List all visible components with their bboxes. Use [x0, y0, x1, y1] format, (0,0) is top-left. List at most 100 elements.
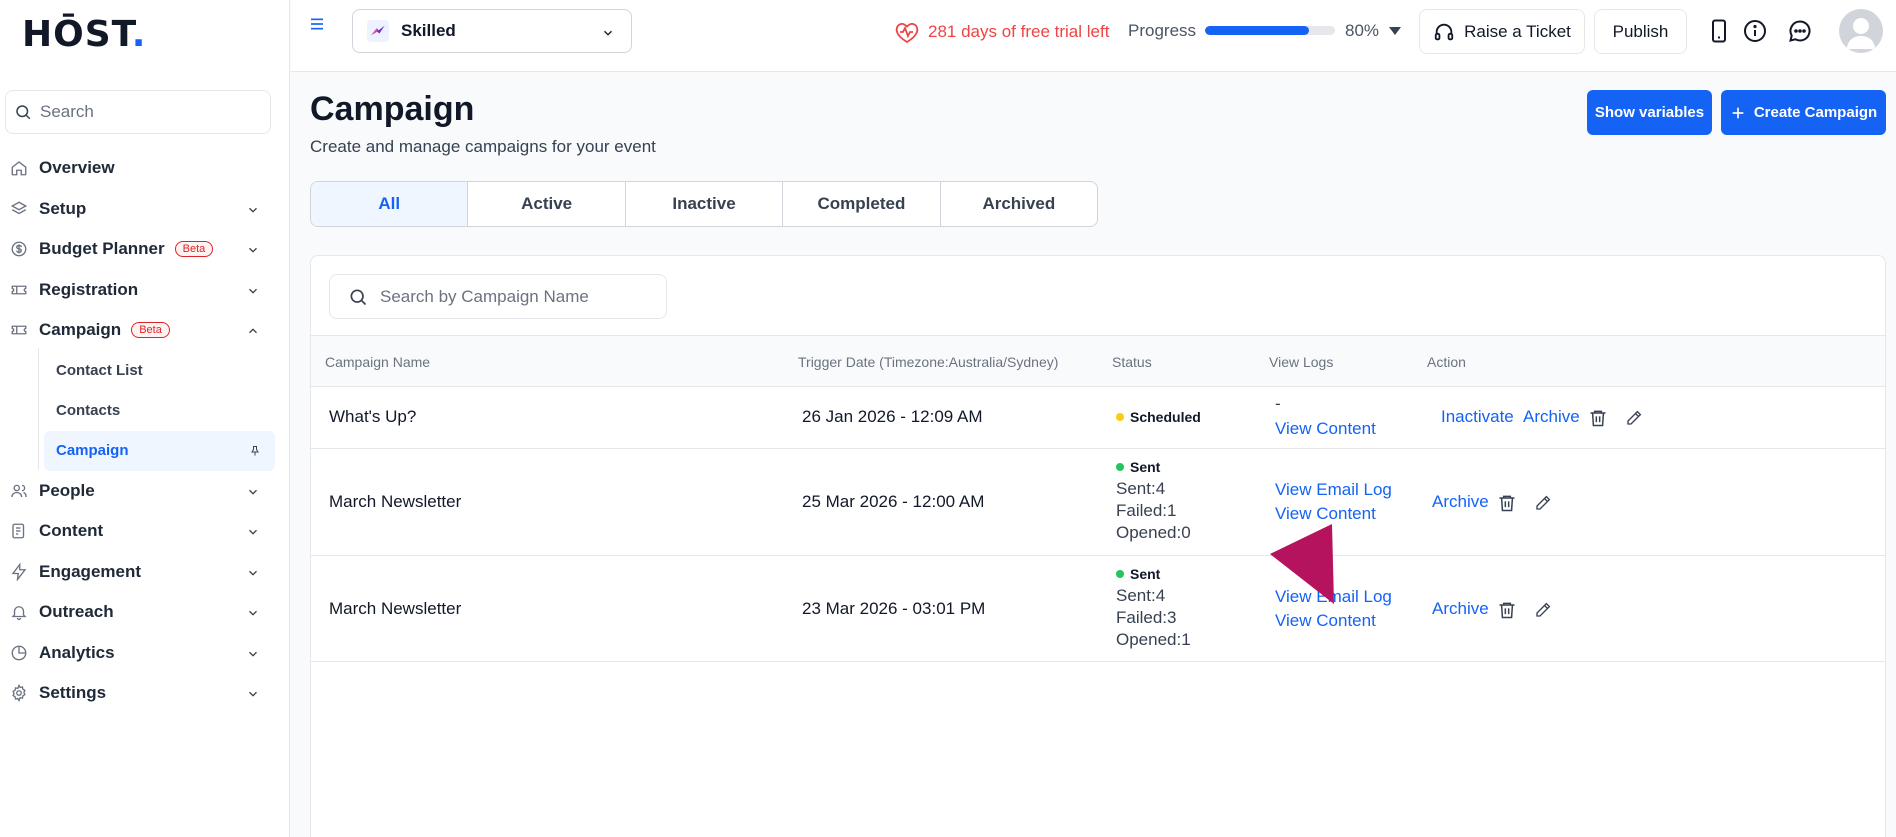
sidebar-item-setup[interactable]: Setup	[0, 189, 290, 230]
view-content-link[interactable]: View Content	[1275, 504, 1376, 524]
hamburger-menu-icon[interactable]	[309, 16, 325, 32]
publish-button[interactable]: Publish	[1594, 9, 1687, 54]
trigger-date: 26 Jan 2026 - 12:09 AM	[802, 407, 983, 426]
sidebar-item-budget-planner[interactable]: Budget Planner Beta	[0, 229, 290, 270]
sidebar-item-content[interactable]: Content	[0, 511, 290, 552]
edit-pencil-icon[interactable]	[1625, 409, 1643, 427]
tab-active[interactable]: Active	[468, 182, 626, 226]
trash-icon[interactable]	[1588, 407, 1608, 429]
sidebar-subitem-label: Contact List	[56, 362, 143, 379]
table-header: Campaign Name Trigger Date (Timezone:Aus…	[311, 335, 1885, 387]
cursor-pointer-icon	[1270, 522, 1340, 604]
sent-count: Sent:4	[1116, 586, 1166, 605]
info-icon[interactable]	[1743, 19, 1767, 43]
progress-bar	[1205, 26, 1335, 35]
progress-fill	[1205, 26, 1309, 35]
email-log-empty: -	[1275, 394, 1281, 413]
bell-icon	[10, 603, 28, 621]
sidebar-item-label: Campaign	[39, 320, 122, 340]
page-subtitle: Create and manage campaigns for your eve…	[310, 137, 656, 156]
sidebar-subitem-contacts[interactable]: Contacts	[0, 391, 290, 431]
sent-count: Sent:4	[1116, 479, 1166, 498]
document-icon	[10, 522, 28, 540]
event-selector[interactable]: Skilled	[352, 9, 632, 53]
sidebar-item-label: Settings	[39, 683, 107, 703]
sidebar-item-analytics[interactable]: Analytics	[0, 633, 290, 674]
table-row: March Newsletter 23 Mar 2026 - 03:01 PM …	[311, 556, 1885, 662]
chevron-down-icon	[601, 26, 615, 40]
sidebar-item-settings[interactable]: Settings	[0, 673, 290, 714]
show-variables-button[interactable]: Show variables	[1587, 90, 1712, 135]
chevron-down-icon	[246, 485, 260, 499]
status-text: Sent	[1130, 459, 1161, 475]
trigger-date: 25 Mar 2026 - 12:00 AM	[802, 492, 985, 511]
progress-value: 80%	[1345, 21, 1380, 40]
home-icon	[10, 159, 28, 177]
headset-icon	[1433, 21, 1464, 43]
beta-badge: Beta	[131, 322, 170, 339]
view-content-link[interactable]: View Content	[1275, 611, 1376, 631]
create-campaign-label: Create Campaign	[1753, 104, 1878, 121]
opened-count: Opened:0	[1116, 523, 1191, 542]
view-email-log-link[interactable]: View Email Log	[1275, 480, 1392, 500]
sidebar-subitem-campaign[interactable]: Campaign	[44, 430, 275, 471]
chevron-down-icon	[246, 606, 260, 620]
sidebar-item-label: Analytics	[39, 642, 115, 662]
raise-ticket-button[interactable]: Raise a Ticket	[1419, 9, 1585, 54]
sidebar-item-label: Content	[39, 521, 104, 541]
plus-icon	[1730, 105, 1754, 121]
mobile-preview-icon[interactable]	[1710, 19, 1728, 43]
failed-count: Failed:1	[1116, 501, 1177, 520]
sidebar-subitem-label: Contacts	[56, 402, 121, 419]
sidebar-item-label: Overview	[39, 158, 115, 178]
trial-indicator[interactable]: 281 days of free trial left	[894, 20, 1109, 44]
archive-link[interactable]: Archive	[1432, 492, 1489, 512]
tab-inactive[interactable]: Inactive	[626, 182, 784, 226]
sidebar: HŌST. Overview Setup Budget Planner Beta…	[0, 0, 290, 837]
chevron-down-icon	[246, 647, 260, 661]
tab-all[interactable]: All	[311, 182, 469, 226]
tab-completed[interactable]: Completed	[783, 182, 941, 226]
trial-text: 281 days of free trial left	[928, 22, 1110, 41]
campaign-search-input[interactable]	[380, 286, 660, 307]
beta-badge: Beta	[174, 241, 214, 258]
status-text: Scheduled	[1130, 409, 1201, 425]
trash-icon[interactable]	[1497, 492, 1517, 514]
sidebar-subitem-label: Campaign	[56, 442, 129, 459]
column-header-view-logs: View Logs	[1269, 354, 1334, 370]
campaign-search	[329, 274, 667, 319]
host-logo[interactable]: HŌST.	[22, 14, 146, 55]
user-avatar[interactable]	[1839, 9, 1883, 53]
column-header-status: Status	[1112, 354, 1152, 370]
sidebar-item-overview[interactable]: Overview	[0, 148, 290, 189]
status-text: Sent	[1130, 566, 1161, 582]
ticket-icon	[10, 281, 28, 299]
trash-icon[interactable]	[1497, 599, 1517, 621]
inactivate-link[interactable]: Inactivate	[1441, 407, 1514, 427]
sidebar-subitem-contact-list[interactable]: Contact List	[0, 351, 290, 391]
sidebar-search-input[interactable]	[40, 102, 240, 122]
event-name: Skilled	[401, 21, 456, 40]
archive-link[interactable]: Archive	[1523, 407, 1580, 427]
archive-link[interactable]: Archive	[1432, 599, 1489, 619]
sidebar-item-label: Registration	[39, 279, 139, 299]
sidebar-item-campaign[interactable]: Campaign Beta	[0, 310, 290, 351]
sidebar-nav: Overview Setup Budget Planner Beta Regis…	[0, 148, 290, 714]
chevron-down-icon	[246, 243, 260, 257]
pin-icon[interactable]	[249, 444, 261, 458]
sidebar-item-outreach[interactable]: Outreach	[0, 592, 290, 633]
chevron-up-icon	[246, 324, 260, 338]
sidebar-item-engagement[interactable]: Engagement	[0, 552, 290, 593]
tab-archived[interactable]: Archived	[941, 182, 1097, 226]
campaign-table-card: Campaign Name Trigger Date (Timezone:Aus…	[310, 255, 1886, 837]
status-dot	[1116, 570, 1124, 578]
chat-icon[interactable]	[1788, 19, 1812, 43]
create-campaign-button[interactable]: Create Campaign	[1721, 90, 1886, 135]
view-content-link[interactable]: View Content	[1275, 419, 1376, 439]
edit-pencil-icon[interactable]	[1534, 494, 1552, 512]
caret-down-icon[interactable]	[1389, 27, 1401, 35]
sidebar-item-people[interactable]: People	[0, 471, 290, 512]
edit-pencil-icon[interactable]	[1534, 601, 1552, 619]
sidebar-item-label: Setup	[39, 198, 87, 218]
sidebar-item-registration[interactable]: Registration	[0, 270, 290, 311]
